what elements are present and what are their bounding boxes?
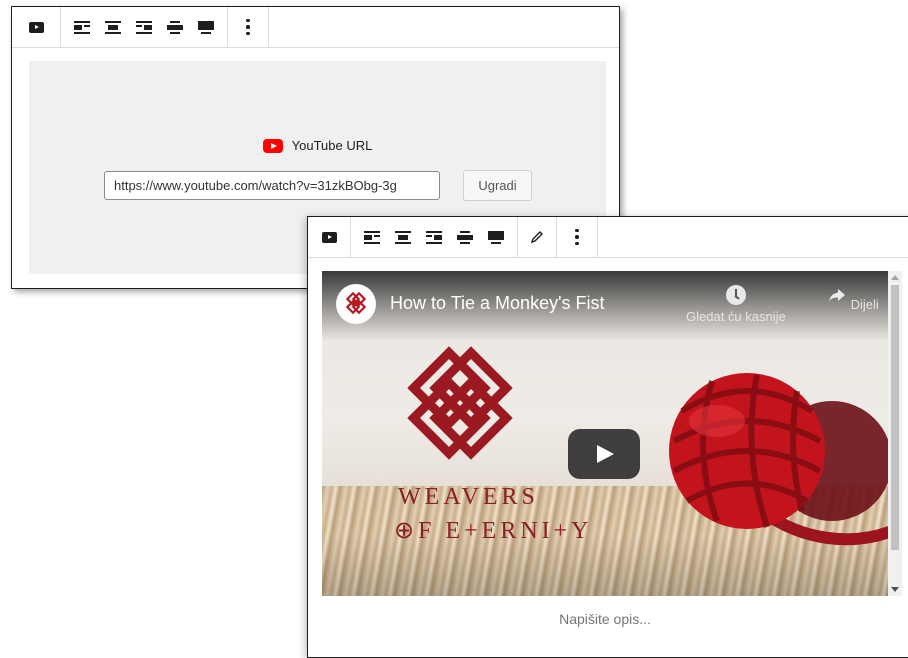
- block-toolbar: [308, 217, 908, 258]
- youtube-logo-icon: [262, 138, 283, 153]
- clock-icon: [725, 285, 746, 305]
- align-left-icon: [74, 20, 90, 34]
- align-full-icon: [198, 20, 214, 34]
- align-center-icon: [105, 20, 121, 34]
- align-wide-button[interactable]: [160, 12, 190, 42]
- share-label: Dijeli: [850, 297, 879, 312]
- scroll-thumb[interactable]: [891, 285, 899, 550]
- align-left-button[interactable]: [67, 12, 97, 42]
- align-right-button[interactable]: [419, 222, 449, 252]
- align-right-icon: [426, 230, 442, 244]
- more-group: [557, 217, 598, 257]
- more-options-button[interactable]: [233, 12, 263, 42]
- scroll-up-arrow-icon[interactable]: [891, 275, 899, 280]
- align-center-icon: [395, 230, 411, 244]
- channel-avatar[interactable]: [336, 284, 376, 324]
- block-type-button[interactable]: [314, 222, 344, 252]
- align-full-button[interactable]: [191, 12, 221, 42]
- align-full-button[interactable]: [481, 222, 511, 252]
- edit-group: [518, 217, 557, 257]
- more-options-icon: [575, 228, 579, 246]
- scrollbar[interactable]: [888, 271, 902, 596]
- brand-line-2: ⊕F E+ERNI+Y: [394, 518, 593, 544]
- play-button[interactable]: [568, 429, 640, 479]
- video-embed-icon: [28, 21, 44, 33]
- share-icon: [829, 289, 845, 302]
- scroll-down-arrow-icon[interactable]: [891, 587, 899, 592]
- align-wide-icon: [167, 20, 183, 34]
- align-right-icon: [136, 20, 152, 34]
- placeholder-label: YouTube URL: [29, 138, 606, 153]
- align-center-button[interactable]: [388, 222, 418, 252]
- align-left-button[interactable]: [357, 222, 387, 252]
- brand-line-1: WEAVERS: [398, 484, 539, 510]
- video-player[interactable]: WEAVERS ⊕F E+ERNI+Y How to Tie a Monkey'…: [322, 271, 888, 596]
- embed-button[interactable]: Ugradi: [463, 170, 532, 201]
- alignment-group: [61, 7, 228, 47]
- youtube-embed-block-filled: WEAVERS ⊕F E+ERNI+Y How to Tie a Monkey'…: [307, 216, 908, 658]
- align-left-icon: [364, 230, 380, 244]
- block-type-group: [308, 217, 351, 257]
- pencil-icon: [530, 231, 543, 244]
- youtube-url-input[interactable]: [104, 171, 440, 200]
- block-type-group: [12, 7, 61, 47]
- more-group: [228, 7, 269, 47]
- caption-input[interactable]: Napišite opis...: [308, 611, 902, 627]
- watch-later-button[interactable]: Gledat ću kasnije: [686, 285, 786, 324]
- align-full-icon: [488, 230, 504, 244]
- align-wide-icon: [457, 230, 473, 244]
- block-toolbar: [12, 7, 619, 48]
- align-wide-button[interactable]: [450, 222, 480, 252]
- placeholder-label-text: YouTube URL: [291, 138, 373, 153]
- more-options-icon: [246, 18, 250, 36]
- share-button[interactable]: Dijeli: [827, 285, 879, 312]
- block-type-button[interactable]: [21, 12, 51, 42]
- edit-url-button[interactable]: [522, 222, 552, 252]
- endless-knot-logo: [407, 346, 513, 460]
- video-embed-icon: [321, 231, 337, 243]
- video-title[interactable]: How to Tie a Monkey's Fist: [390, 293, 605, 314]
- more-options-button[interactable]: [562, 222, 592, 252]
- watch-later-label: Gledat ću kasnije: [686, 309, 786, 324]
- channel-logo-icon: [345, 292, 367, 315]
- align-center-button[interactable]: [98, 12, 128, 42]
- align-right-button[interactable]: [129, 12, 159, 42]
- alignment-group: [351, 217, 518, 257]
